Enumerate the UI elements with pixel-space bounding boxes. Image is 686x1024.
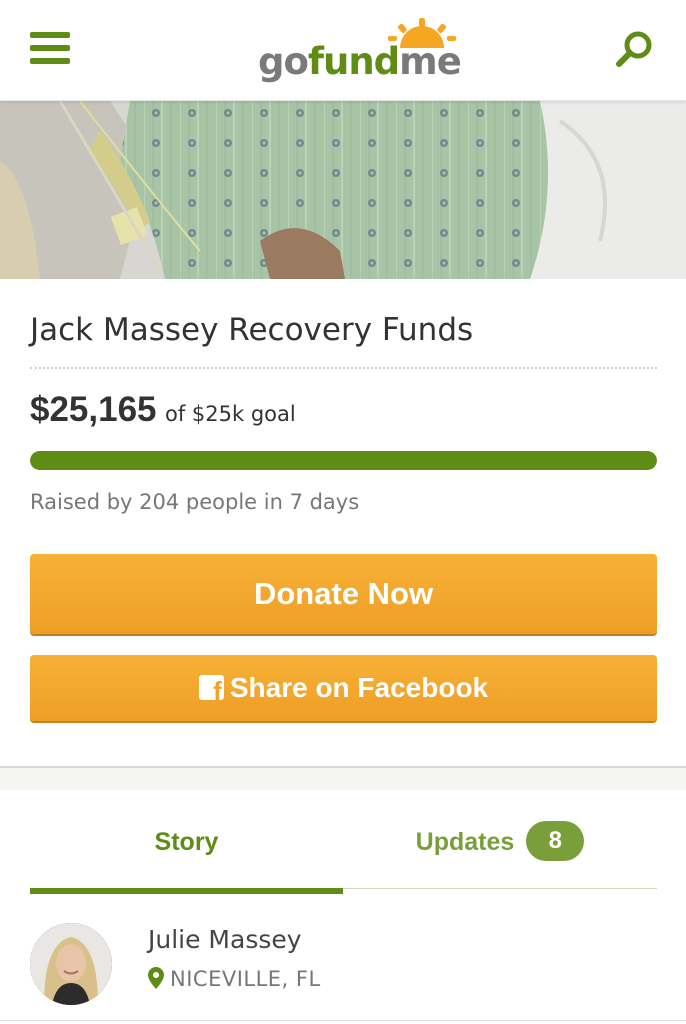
bottom-divider [0,1020,686,1021]
avatar-portrait [30,923,112,1005]
goal-text: of $25k goal [164,402,296,426]
donate-button-label: Donate Now [253,576,434,611]
map-pin-icon [148,967,164,989]
section-divider [0,766,686,790]
search-icon[interactable] [612,28,656,72]
gofundme-logo[interactable]: gofundme [258,18,462,84]
campaign-hero-image [0,101,686,279]
organizer-avatar[interactable] [30,923,112,1005]
hero-photo-illustration [0,101,686,279]
campaign-title: Jack Massey Recovery Funds [30,312,474,348]
organizer-location-text: NICEVILLE, FL [170,967,321,991]
organizer-name[interactable]: Julie Massey [148,925,302,954]
tab-story-label: Story [154,828,219,856]
organizer-location: NICEVILLE, FL [148,967,321,991]
logo-part-fund: fund [307,40,400,83]
menu-bar [30,58,70,64]
funding-progress-fill [30,451,657,470]
tab-story[interactable]: Story [30,800,343,894]
facebook-icon: f [198,675,224,700]
menu-bar [30,32,70,38]
title-divider [30,367,657,369]
hamburger-menu-icon[interactable] [30,30,72,66]
tab-updates[interactable]: Updates 8 [343,800,657,889]
donor-count-text: Raised by 204 people in 7 days [30,490,360,514]
amount-raised: $25,165 [30,390,157,429]
logo-wordmark: gofundme [258,40,462,83]
logo-part-me: me [399,40,462,83]
funding-progress-bar [30,451,657,470]
organizer-info: Julie Massey NICEVILLE, FL [30,923,657,1007]
updates-count-badge: 8 [526,821,585,861]
tab-updates-label: Updates [415,828,515,856]
campaign-tabs: Story Updates 8 [30,800,657,894]
share-button-label: Share on Facebook [229,672,489,703]
donate-now-button[interactable]: Donate Now [30,554,657,634]
logo-part-go: go [258,40,309,83]
funding-summary: $25,165 of $25k goal [30,390,296,430]
share-on-facebook-button[interactable]: f Share on Facebook [30,655,657,721]
menu-bar [30,45,70,51]
app-header: gofundme [0,0,686,101]
